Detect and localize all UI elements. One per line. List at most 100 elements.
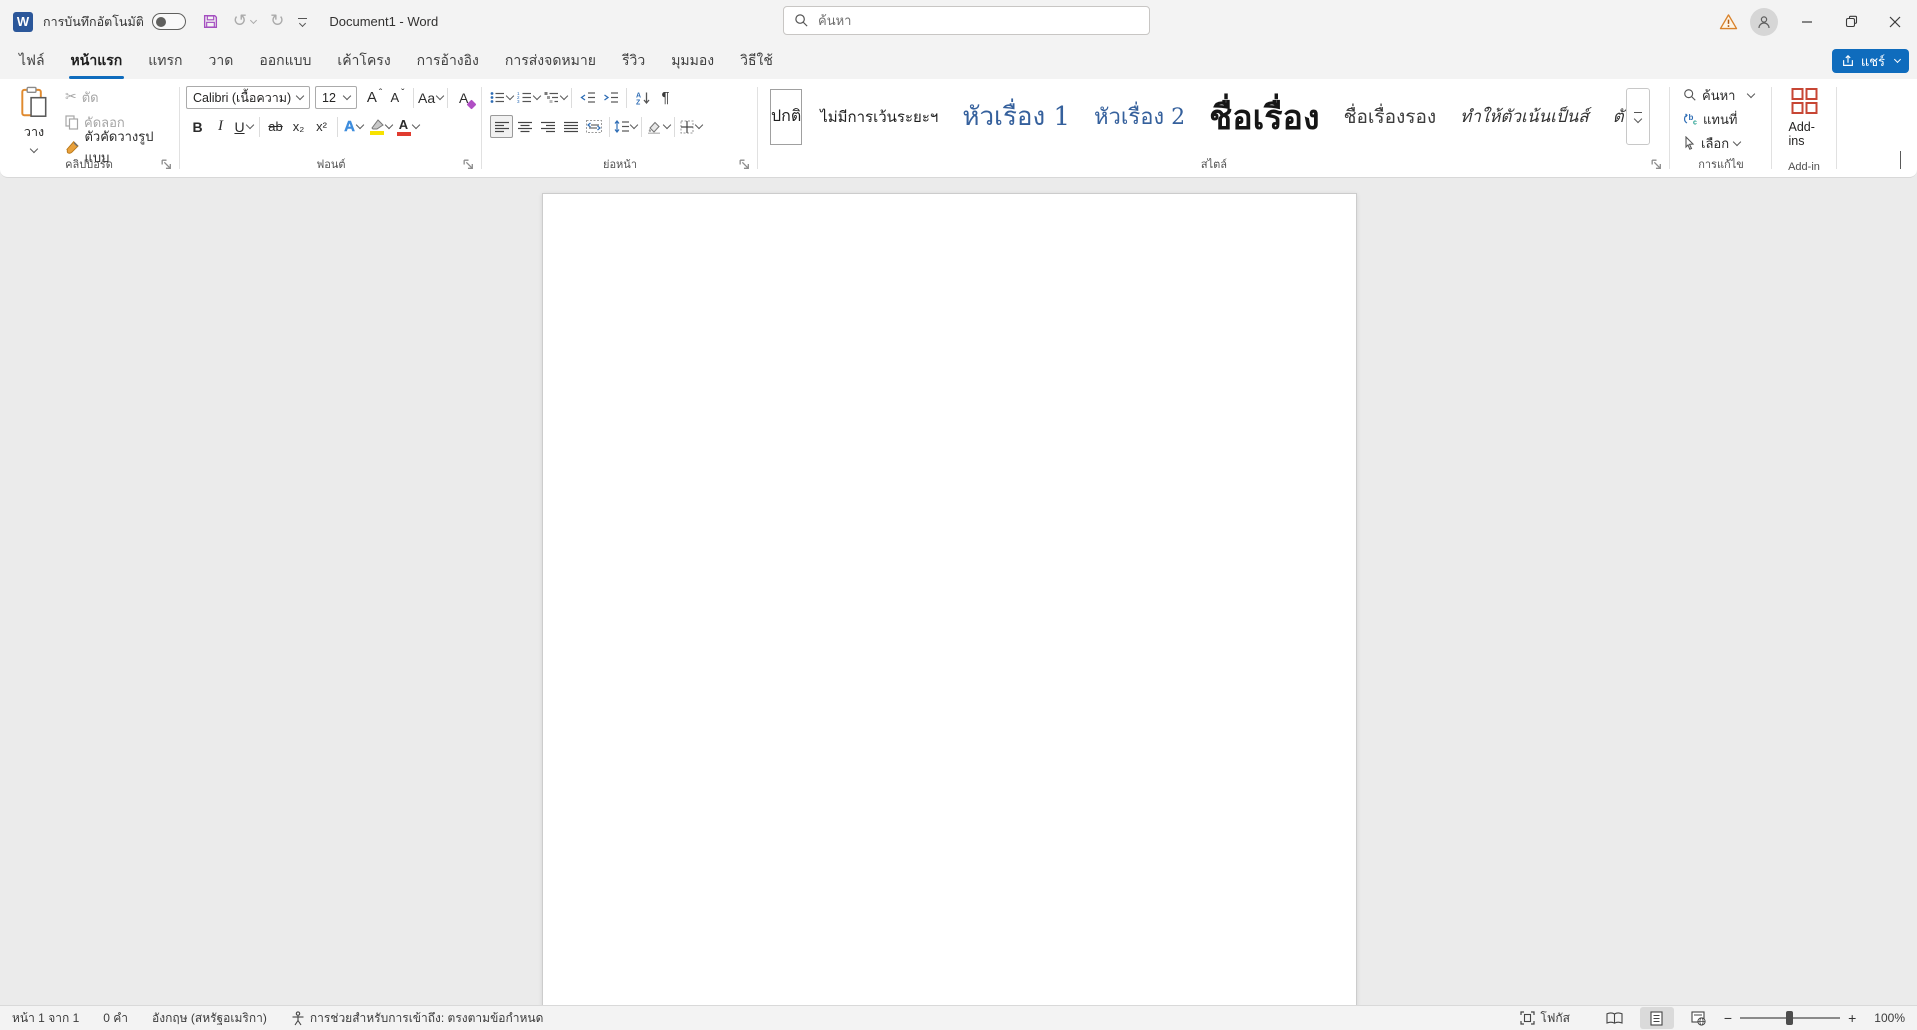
- increase-indent-button[interactable]: [599, 86, 622, 109]
- style-heading2[interactable]: หัวเรื่อง 2: [1082, 99, 1197, 134]
- style-heading1[interactable]: หัวเรื่อง 1: [950, 96, 1082, 137]
- align-left-button[interactable]: [490, 115, 513, 138]
- change-case-label: Aa: [418, 90, 435, 106]
- font-name-combobox[interactable]: Calibri (เนื้อความ): [186, 86, 310, 109]
- zoom-slider[interactable]: [1740, 1017, 1840, 1019]
- focus-mode-button[interactable]: โฟกัส: [1508, 1006, 1582, 1030]
- strikethrough-button[interactable]: ab: [264, 115, 287, 138]
- styles-dialog-launcher[interactable]: [1650, 158, 1663, 171]
- font-color-chevron-icon: [411, 121, 419, 129]
- accessibility-indicator[interactable]: การช่วยสำหรับการเข้าถึง: ตรงตามข้อกำหนด: [279, 1006, 556, 1030]
- select-button[interactable]: เลือก: [1680, 132, 1757, 154]
- tab-design[interactable]: ออกแบบ: [246, 43, 324, 79]
- search-input[interactable]: [818, 13, 1139, 28]
- grow-font-button[interactable]: A ˆ: [363, 86, 386, 109]
- tab-review[interactable]: รีวิว: [609, 43, 658, 79]
- show-marks-button[interactable]: ¶: [654, 86, 677, 109]
- clear-formatting-button[interactable]: A: [452, 86, 475, 109]
- style-subtle-emphasis[interactable]: ทำให้ตัวเน้นเป็นส์: [1448, 103, 1601, 130]
- zoom-out-button[interactable]: −: [1716, 1010, 1740, 1026]
- style-title[interactable]: ชื่อเรื่อง: [1197, 90, 1331, 144]
- line-spacing-button[interactable]: [614, 115, 637, 138]
- bullet-list-icon: [490, 91, 505, 104]
- select-cursor-icon: [1683, 136, 1696, 150]
- minimize-button[interactable]: [1785, 0, 1829, 43]
- highlight-icon: [370, 119, 384, 135]
- sort-button[interactable]: A Z: [631, 86, 654, 109]
- tab-help[interactable]: วิธีใช้: [727, 43, 786, 79]
- print-layout-button[interactable]: [1640, 1007, 1674, 1029]
- zoom-level[interactable]: 100%: [1864, 1011, 1917, 1025]
- tab-references[interactable]: การอ้างอิง: [404, 43, 492, 79]
- qat-chevron-icon: [299, 19, 306, 26]
- tab-layout[interactable]: เค้าโครง: [324, 43, 403, 79]
- shading-button[interactable]: [646, 115, 670, 138]
- distribute-button[interactable]: [582, 115, 605, 138]
- paste-button[interactable]: วาง: [12, 86, 56, 152]
- search-box[interactable]: [783, 6, 1150, 35]
- zoom-slider-handle[interactable]: [1786, 1011, 1793, 1025]
- subscript-button[interactable]: x₂: [287, 115, 310, 138]
- text-effects-button[interactable]: A: [342, 115, 365, 138]
- multilevel-list-button[interactable]: [544, 86, 567, 109]
- underline-button[interactable]: U: [232, 115, 255, 138]
- cut-button[interactable]: ✂ ตัด: [62, 86, 178, 108]
- page-number-indicator[interactable]: หน้า 1 จาก 1: [0, 1006, 91, 1030]
- close-button[interactable]: [1873, 0, 1917, 43]
- redo-button[interactable]: ↻: [270, 13, 284, 30]
- document-page[interactable]: [542, 193, 1357, 1005]
- save-button[interactable]: [202, 13, 219, 30]
- autosave-toggle[interactable]: [152, 13, 186, 30]
- styles-gallery-more-button[interactable]: [1626, 88, 1650, 145]
- paragraph-dialog-launcher[interactable]: [738, 158, 751, 171]
- tab-view[interactable]: มุมมอง: [658, 43, 727, 79]
- change-case-button[interactable]: Aa: [418, 86, 443, 109]
- alert-button[interactable]: [1713, 0, 1743, 43]
- style-no-spacing[interactable]: ไม่มีการเว้นระยะฯ: [808, 105, 950, 129]
- collapse-ribbon-button[interactable]: [1900, 151, 1901, 169]
- restore-button[interactable]: [1829, 0, 1873, 43]
- justify-button[interactable]: [559, 115, 582, 138]
- borders-button[interactable]: [679, 115, 702, 138]
- bold-button[interactable]: B: [186, 115, 209, 138]
- style-subtitle[interactable]: ชื่อเรื่องรอง: [1332, 102, 1449, 132]
- style-normal[interactable]: ปกติ: [770, 89, 802, 145]
- document-canvas[interactable]: [0, 179, 1917, 1005]
- numbered-list-button[interactable]: 1 2 3: [517, 86, 540, 109]
- customize-quick-access-button[interactable]: [298, 18, 307, 26]
- align-center-button[interactable]: [513, 115, 536, 138]
- language-indicator[interactable]: อังกฤษ (สหรัฐอเมริกา): [140, 1006, 279, 1030]
- addins-button[interactable]: Add-ins: [1789, 87, 1820, 148]
- minimize-icon: [1801, 16, 1813, 28]
- replace-button[interactable]: b c แทนที่: [1680, 108, 1757, 130]
- divider: [447, 88, 448, 108]
- find-button[interactable]: ค้นหา: [1680, 84, 1757, 106]
- account-button[interactable]: [1743, 0, 1785, 43]
- web-layout-button[interactable]: [1682, 1007, 1716, 1029]
- word-logo-icon: W: [13, 12, 33, 32]
- word-count-indicator[interactable]: 0 คำ: [91, 1006, 140, 1030]
- align-right-button[interactable]: [536, 115, 559, 138]
- bullet-list-button[interactable]: [490, 86, 513, 109]
- font-dialog-launcher[interactable]: [462, 158, 475, 171]
- tab-insert[interactable]: แทรก: [135, 43, 195, 79]
- tab-home[interactable]: หน้าแรก: [58, 43, 136, 79]
- tab-file[interactable]: ไฟล์: [6, 43, 58, 79]
- superscript-button[interactable]: x²: [310, 115, 333, 138]
- italic-button[interactable]: I: [209, 115, 232, 138]
- paste-label: วาง: [24, 122, 44, 142]
- decrease-indent-button[interactable]: [576, 86, 599, 109]
- highlight-button[interactable]: [369, 115, 392, 138]
- zoom-in-button[interactable]: +: [1840, 1010, 1864, 1026]
- clipboard-dialog-launcher[interactable]: [160, 158, 173, 171]
- strikethrough-label: ab: [268, 119, 282, 134]
- read-mode-button[interactable]: [1598, 1007, 1632, 1029]
- tab-draw[interactable]: วาด: [195, 43, 246, 79]
- share-button[interactable]: แชร์: [1832, 49, 1909, 73]
- font-size-combobox[interactable]: 12: [315, 86, 357, 109]
- tab-mailings[interactable]: การส่งจดหมาย: [492, 43, 609, 79]
- shrink-font-button[interactable]: A ˇ: [386, 86, 409, 109]
- font-color-button[interactable]: A: [396, 115, 419, 138]
- search-icon: [794, 13, 809, 28]
- undo-button[interactable]: ↺: [233, 13, 256, 30]
